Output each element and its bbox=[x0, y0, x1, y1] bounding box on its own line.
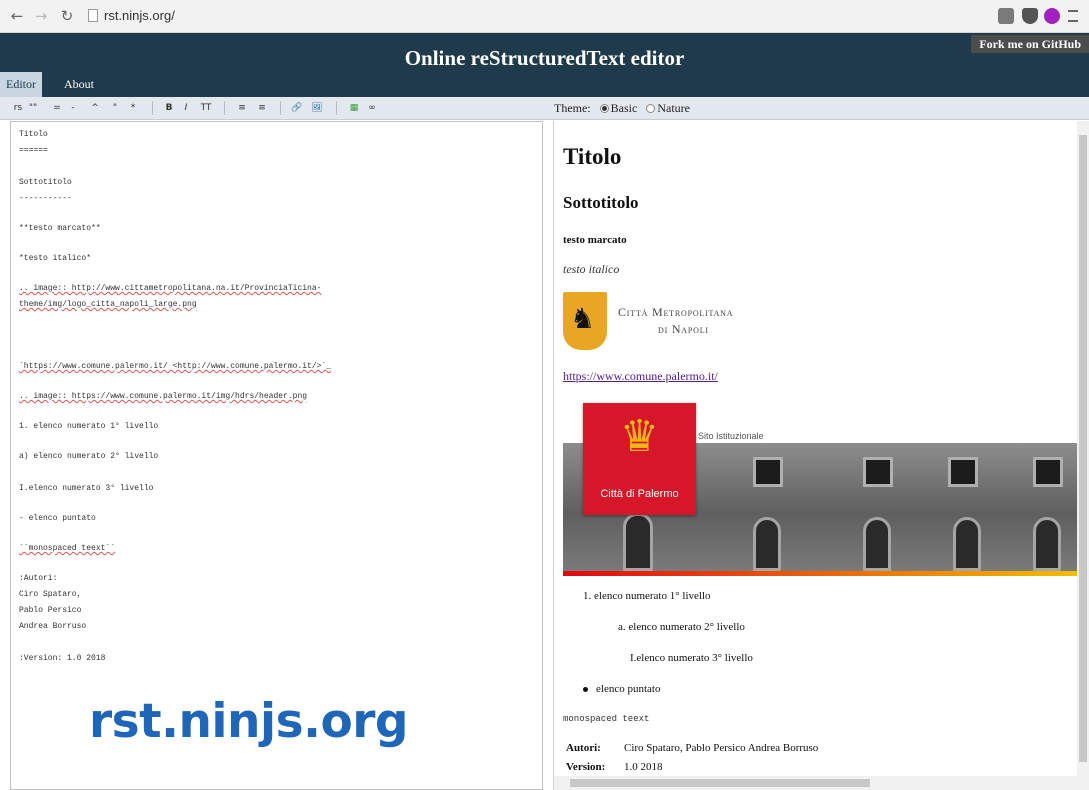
editor-line: - elenco puntato bbox=[19, 514, 96, 523]
preview-bold-text: testo marcato bbox=[563, 234, 627, 246]
editor-line: theme/img/logo_citta_napoli_large.png bbox=[19, 300, 197, 309]
page-title: Online reStructuredText editor bbox=[404, 46, 685, 70]
editor-line: **testo marcato** bbox=[19, 224, 101, 233]
reload-icon[interactable]: ↻ bbox=[58, 7, 76, 25]
url-text: rst.ninjs.org/ bbox=[104, 8, 175, 23]
infinity-icon[interactable]: ∞ bbox=[366, 101, 378, 116]
unordered-list-icon[interactable]: ≡ bbox=[256, 101, 268, 116]
field-version: Version: 1.0 2018 bbox=[566, 761, 663, 773]
preview-heading-2: Sottotitolo bbox=[563, 193, 639, 212]
palermo-badge-name: Città di Palermo bbox=[600, 488, 679, 500]
monospace-button[interactable]: TT bbox=[198, 101, 214, 116]
list-item: a. elenco numerato 2° livello bbox=[618, 621, 745, 633]
toolbar-quote-button[interactable]: "" bbox=[28, 101, 38, 116]
toolbar-h1-button[interactable]: = bbox=[52, 101, 62, 116]
editor-line: Titolo bbox=[19, 130, 48, 139]
fork-github-ribbon[interactable]: Fork me on GitHub bbox=[971, 35, 1089, 53]
list-item: 1. elenco numerato 1° livello bbox=[583, 590, 711, 602]
theme-selector: Theme: Basic Nature bbox=[554, 99, 690, 118]
profile-icon[interactable] bbox=[1044, 8, 1060, 24]
pocket-icon[interactable] bbox=[1022, 8, 1038, 24]
list-item: elenco puntato bbox=[596, 683, 661, 695]
tab-editor[interactable]: Editor bbox=[0, 72, 42, 97]
address-bar[interactable]: rst.ninjs.org/ bbox=[88, 6, 948, 28]
editor-line: ``monospaced teext`` bbox=[19, 544, 116, 553]
extension-icon[interactable] bbox=[998, 8, 1014, 24]
preview-heading-1: Titolo bbox=[563, 144, 622, 169]
toolbar-separator bbox=[152, 101, 153, 115]
editor-line: *testo italico* bbox=[19, 254, 92, 263]
vertical-scrollbar[interactable] bbox=[1077, 121, 1089, 776]
palermo-link[interactable]: https://www.comune.palermo.it/ bbox=[563, 369, 718, 384]
image-icon[interactable]: 🖼 bbox=[310, 101, 324, 116]
preview-italic-text: testo italico bbox=[563, 262, 620, 276]
toolbar-separator bbox=[336, 101, 337, 115]
editor-line: .. image:: https://www.comune.palermo.it… bbox=[19, 392, 308, 401]
editor-line: :Autori: bbox=[19, 574, 58, 583]
theme-basic-label[interactable]: Basic bbox=[611, 101, 638, 115]
toolbar-h4-button[interactable]: " bbox=[110, 101, 120, 116]
editor-line: `https://www.comune.palermo.it/ <http://… bbox=[19, 362, 332, 371]
toolbar-separator bbox=[224, 101, 225, 115]
napoli-shield-icon: ♞ bbox=[563, 292, 607, 350]
bullet-icon bbox=[583, 687, 588, 692]
horizontal-scrollbar[interactable] bbox=[554, 776, 1089, 790]
back-icon[interactable]: ← bbox=[8, 7, 26, 25]
ordered-list-icon[interactable]: ≡ bbox=[236, 101, 248, 116]
field-label: Autori: bbox=[566, 742, 601, 754]
theme-nature-label[interactable]: Nature bbox=[657, 101, 690, 115]
toolbar-h5-button[interactable]: * bbox=[128, 101, 138, 116]
scrollbar-thumb[interactable] bbox=[570, 779, 870, 787]
palermo-header-image: ♛ Città di Palermo Sito Istituzionale bbox=[563, 403, 1089, 576]
editor-line: Sottotitolo bbox=[19, 178, 72, 187]
list-item: I.elenco numerato 3° livello bbox=[630, 652, 753, 664]
field-label: Version: bbox=[566, 761, 606, 773]
browser-chrome: ← → ↻ rst.ninjs.org/ bbox=[0, 0, 1089, 33]
field-value: Ciro Spataro, Pablo Persico Andrea Borru… bbox=[624, 742, 819, 754]
italic-button[interactable]: I bbox=[180, 101, 192, 116]
horse-icon: ♞ bbox=[570, 302, 596, 335]
app-header: Online reStructuredText editor Fork me o… bbox=[0, 33, 1089, 97]
toolbar-heading-button[interactable]: rs bbox=[10, 101, 26, 116]
toolbar-h3-button[interactable]: ^ bbox=[90, 101, 100, 116]
editor-line: I.elenco numerato 3° livello bbox=[19, 484, 154, 493]
site-watermark: rst.ninjs.org bbox=[89, 694, 409, 749]
editor-line: a) elenco numerato 2° livello bbox=[19, 452, 159, 461]
toolbar-h2-button[interactable]: - bbox=[68, 101, 78, 116]
theme-nature-radio[interactable] bbox=[646, 104, 656, 113]
editor-line: 1. elenco numerato 1° livello bbox=[19, 422, 159, 431]
editor-line: .. image:: http://www.cittametropolitana… bbox=[19, 284, 322, 293]
menu-icon[interactable] bbox=[1068, 10, 1078, 22]
toolbar: rs "" = - ^ " * B I TT ≡ ≡ 🔗 🖼 ▦ ∞ Theme… bbox=[0, 97, 1089, 120]
editor-line: ----------- bbox=[19, 194, 72, 203]
eagle-icon: ♛ bbox=[619, 411, 660, 462]
toolbar-separator bbox=[280, 101, 281, 115]
bold-button[interactable]: B bbox=[163, 101, 175, 116]
rst-editor-textarea[interactable]: Titolo ====== Sottotitolo ----------- **… bbox=[10, 121, 543, 790]
field-value: 1.0 2018 bbox=[624, 761, 663, 773]
tab-about[interactable]: About bbox=[58, 72, 100, 97]
editor-line: Ciro Spataro, bbox=[19, 590, 82, 599]
editor-line: Pablo Persico bbox=[19, 606, 82, 615]
field-authors: Autori: Ciro Spataro, Pablo Persico Andre… bbox=[566, 742, 818, 754]
forward-icon[interactable]: → bbox=[32, 7, 50, 25]
theme-label: Theme: bbox=[554, 101, 591, 115]
editor-line: :Version: 1.0 2018 bbox=[19, 654, 106, 663]
banner-stripe bbox=[563, 571, 1089, 576]
palermo-subtitle: Sito Istituzionale bbox=[698, 431, 764, 441]
page-icon bbox=[88, 9, 98, 22]
scrollbar-thumb[interactable] bbox=[1079, 135, 1087, 762]
editor-line: Andrea Borruso bbox=[19, 622, 87, 631]
palermo-badge: ♛ Città di Palermo bbox=[583, 403, 696, 515]
napoli-logo-text: Città Metropolitana di Napoli bbox=[618, 305, 734, 336]
preview-monospace-text: monospaced teext bbox=[563, 714, 650, 724]
theme-basic-radio[interactable] bbox=[599, 104, 609, 113]
napoli-logo-image: ♞ Città Metropolitana di Napoli bbox=[563, 292, 783, 350]
preview-pane: Titolo Sottotitolo testo marcato testo i… bbox=[553, 121, 1089, 790]
editor-line: ====== bbox=[19, 146, 48, 155]
link-icon[interactable]: 🔗 bbox=[290, 101, 304, 116]
table-icon[interactable]: ▦ bbox=[348, 101, 360, 116]
